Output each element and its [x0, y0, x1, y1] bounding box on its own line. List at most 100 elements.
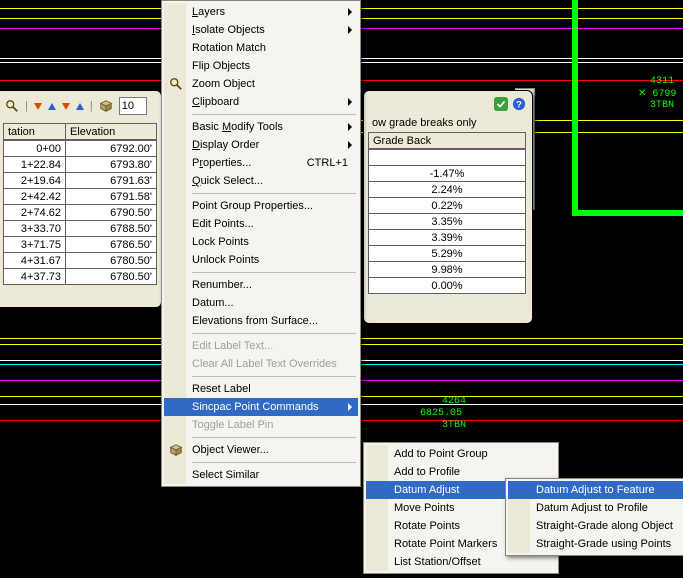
menu-item-basic-modify-tools[interactable]: Basic Modify Tools — [164, 118, 358, 136]
menu-item-label: Point Group Properties... — [192, 200, 313, 212]
table-row[interactable]: 2+74.626790.50' — [4, 205, 157, 221]
help-icon[interactable]: ? — [512, 97, 526, 111]
menu-item-quick-select[interactable]: Quick Select... — [164, 172, 358, 190]
table-row[interactable]: 2+42.426791.58' — [4, 189, 157, 205]
menu-item-isolate-objects[interactable]: Isolate Objects — [164, 21, 358, 39]
menu-item-label: Datum Adjust — [394, 484, 459, 496]
menu-item-label: Properties... — [192, 157, 251, 169]
svg-text:?: ? — [516, 100, 522, 111]
table-row[interactable]: -1.47% — [369, 166, 526, 182]
cad-label: 4264 — [442, 396, 466, 407]
menu-item-straight-grade-using-points[interactable]: Straight-Grade using Points — [508, 535, 683, 553]
menu-separator — [192, 193, 356, 194]
col-header-elevation[interactable]: Elevation — [66, 124, 157, 140]
table-row[interactable]: 3+33.706788.50' — [4, 221, 157, 237]
table-row[interactable]: 2+19.646791.63' — [4, 173, 157, 189]
table-row[interactable]: 4+37.736780.50' — [4, 269, 157, 285]
menu-item-datum[interactable]: Datum... — [164, 294, 358, 312]
cell-gradeback: 5.29% — [369, 246, 526, 262]
menu-item-select-similar[interactable]: Select Similar — [164, 466, 358, 484]
menu-item-label: Clear All Label Text Overrides — [192, 358, 337, 370]
menu-item-label: Select Similar — [192, 469, 259, 481]
table-row[interactable]: 2.24% — [369, 182, 526, 198]
menu-item-sincpac-point-commands[interactable]: Sincpac Point Commands — [164, 398, 358, 416]
zoom-icon[interactable] — [5, 99, 19, 113]
toolbar-value-input[interactable] — [119, 97, 147, 115]
menu-item-layers[interactable]: Layers — [164, 3, 358, 21]
menu-separator — [192, 437, 356, 438]
table-row[interactable]: 3+71.756786.50' — [4, 237, 157, 253]
menu-item-rotation-match[interactable]: Rotation Match — [164, 39, 358, 57]
menu-item-edit-label-text: Edit Label Text... — [164, 337, 358, 355]
grade-back-table: Grade Back — [368, 132, 526, 149]
menu-item-edit-points[interactable]: Edit Points... — [164, 215, 358, 233]
menu-item-label: Straight-Grade using Points — [536, 538, 671, 550]
menu-item-flip-objects[interactable]: Flip Objects — [164, 57, 358, 75]
cad-label: 3TBN — [650, 100, 674, 111]
cell-elevation: 6791.63' — [66, 173, 157, 189]
arrow-down-icon[interactable] — [62, 103, 70, 110]
col-header-station[interactable]: tation — [4, 124, 66, 140]
table-row[interactable]: 0+006792.00' — [4, 141, 157, 157]
menu-item-label: Layers — [192, 6, 225, 18]
cell-gradeback: 3.39% — [369, 230, 526, 246]
cell-station: 4+31.67 — [4, 253, 66, 269]
cad-label: 6825.05 — [420, 408, 462, 419]
checkbox-label-fragment: ow grade breaks only — [368, 113, 526, 132]
menu-item-zoom-object[interactable]: Zoom Object — [164, 75, 358, 93]
menu-item-display-order[interactable]: Display Order — [164, 136, 358, 154]
menu-item-clear-all-label-text-overrides: Clear All Label Text Overrides — [164, 355, 358, 373]
toolbar-divider: | — [25, 100, 28, 112]
menu-item-properties[interactable]: Properties...CTRL+1 — [164, 154, 358, 172]
table-row[interactable] — [369, 150, 526, 166]
cell-gradeback: 2.24% — [369, 182, 526, 198]
cube-icon[interactable] — [99, 99, 113, 113]
table-row[interactable]: 0.00% — [369, 278, 526, 294]
arrow-up-icon[interactable] — [76, 103, 84, 110]
menu-item-label: Reset Label — [192, 383, 251, 395]
cell-station: 3+71.75 — [4, 237, 66, 253]
menu-item-unlock-points[interactable]: Unlock Points — [164, 251, 358, 269]
menu-item-elevations-from-surface[interactable]: Elevations from Surface... — [164, 312, 358, 330]
menu-item-object-viewer[interactable]: Object Viewer... — [164, 441, 358, 459]
menu-item-reset-label[interactable]: Reset Label — [164, 380, 358, 398]
menu-item-label: Add to Profile — [394, 466, 460, 478]
menu-item-lock-points[interactable]: Lock Points — [164, 233, 358, 251]
cell-station: 2+42.42 — [4, 189, 66, 205]
table-row[interactable]: 9.98% — [369, 262, 526, 278]
table-row[interactable]: 3.35% — [369, 214, 526, 230]
menu-item-label: Display Order — [192, 139, 259, 151]
chevron-right-icon — [348, 403, 352, 411]
menu-item-clipboard[interactable]: Clipboard — [164, 93, 358, 111]
cell-station: 2+74.62 — [4, 205, 66, 221]
table-row[interactable]: 0.22% — [369, 198, 526, 214]
arrow-down-icon[interactable] — [34, 103, 42, 110]
menu-item-label: Quick Select... — [192, 175, 263, 187]
panel-station-elevation: | | tation Elevation 0+006792.00'1+22.84… — [0, 90, 162, 308]
table-row[interactable]: 1+22.846793.80' — [4, 157, 157, 173]
cell-station: 3+33.70 — [4, 221, 66, 237]
menu-item-label: Elevations from Surface... — [192, 315, 318, 327]
menu-item-renumber[interactable]: Renumber... — [164, 276, 358, 294]
menu-item-datum-adjust-to-profile[interactable]: Datum Adjust to Profile — [508, 499, 683, 517]
cad-label: ✕ 6799 — [638, 88, 676, 100]
menu-item-label: Toggle Label Pin — [192, 419, 273, 431]
table-row[interactable]: 5.29% — [369, 246, 526, 262]
arrow-up-icon[interactable] — [48, 103, 56, 110]
station-elevation-rows: 0+006792.00'1+22.846793.80'2+19.646791.6… — [3, 140, 157, 285]
menu-item-label: Edit Label Text... — [192, 340, 273, 352]
col-header-gradeback[interactable]: Grade Back — [369, 133, 526, 149]
menu-item-datum-adjust-to-feature[interactable]: Datum Adjust to Feature — [508, 481, 683, 499]
cell-elevation: 6790.50' — [66, 205, 157, 221]
menu-item-add-to-point-group[interactable]: Add to Point Group — [366, 445, 556, 463]
station-elevation-table: tation Elevation — [3, 123, 157, 140]
menu-item-point-group-properties[interactable]: Point Group Properties... — [164, 197, 358, 215]
accept-icon[interactable] — [494, 97, 508, 111]
chevron-right-icon — [348, 141, 352, 149]
cell-gradeback: 0.22% — [369, 198, 526, 214]
cell-gradeback — [369, 150, 526, 166]
table-row[interactable]: 3.39% — [369, 230, 526, 246]
cell-station: 1+22.84 — [4, 157, 66, 173]
menu-item-straight-grade-along-object[interactable]: Straight-Grade along Object — [508, 517, 683, 535]
table-row[interactable]: 4+31.676780.50' — [4, 253, 157, 269]
